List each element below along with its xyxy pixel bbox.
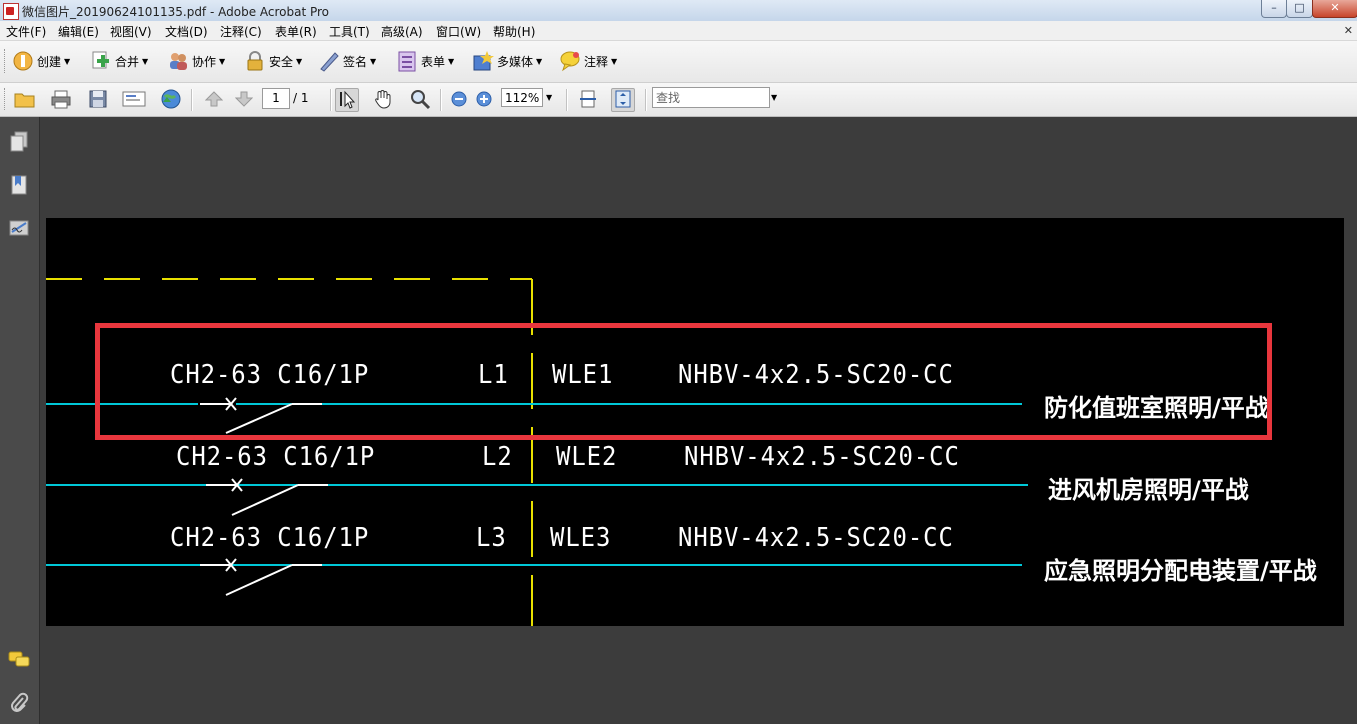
select-tool-button[interactable] — [335, 88, 359, 112]
menu-tools[interactable]: 工具(T) — [329, 23, 370, 40]
menu-forms[interactable]: 表单(R) — [275, 23, 317, 40]
load-description-3: 应急照明分配电装置/平战 — [1044, 557, 1317, 585]
toolbar-grip[interactable] — [4, 88, 8, 110]
page-total: / 1 — [293, 91, 309, 105]
email-button[interactable] — [122, 88, 146, 112]
hand-tool-button[interactable] — [371, 88, 395, 112]
page-number-input[interactable]: 1 — [262, 88, 290, 109]
window-title: 微信图片_20190624101135.pdf - Adobe Acrobat … — [22, 5, 330, 19]
attachments-panel-button[interactable] — [7, 692, 31, 716]
close-button[interactable]: ✕ — [1312, 0, 1357, 18]
breaker-model-3: CH2-63 C16/1P — [170, 523, 370, 553]
zoom-in-icon — [475, 90, 493, 111]
menu-bar: 文件(F) 编辑(E) 视图(V) 文档(D) 注释(C) 表单(R) 工具(T… — [0, 21, 1357, 41]
phase-label-3: L3 — [476, 523, 507, 553]
cable-spec-3: NHBV-4x2.5-SC20-CC — [678, 523, 954, 553]
pages-icon — [9, 131, 29, 156]
toolbar-grip[interactable] — [4, 49, 8, 73]
breaker-model-2: CH2-63 C16/1P — [176, 442, 376, 472]
hand-icon — [373, 89, 393, 112]
arrow-down-icon — [234, 90, 254, 111]
acrobat-pdf-icon — [3, 3, 19, 20]
arrow-up-icon — [204, 90, 224, 111]
print-button[interactable] — [49, 88, 73, 112]
security-button[interactable]: 安全 ▼ — [244, 49, 302, 73]
previous-page-button[interactable] — [202, 88, 226, 112]
fit-page-button[interactable] — [611, 88, 635, 112]
comments-panel-button[interactable] — [7, 649, 31, 673]
email-icon — [122, 89, 146, 112]
document-close-icon[interactable]: ✕ — [1344, 24, 1353, 37]
printer-icon — [50, 89, 72, 112]
cable-spec-2: NHBV-4x2.5-SC20-CC — [684, 442, 960, 472]
zoom-out-button[interactable] — [447, 88, 471, 112]
highlight-rectangle — [95, 323, 1272, 440]
zoom-in-button[interactable] — [472, 88, 496, 112]
circuit-label-3: WLE3 — [550, 523, 612, 553]
globe-upload-icon — [159, 88, 181, 113]
zoom-dropdown-icon[interactable]: ▼ — [546, 93, 552, 102]
bookmarks-panel-button[interactable] — [7, 174, 31, 198]
next-page-button[interactable] — [232, 88, 256, 112]
signature-icon — [8, 217, 30, 242]
menu-window[interactable]: 窗口(W) — [436, 23, 481, 40]
maximize-button[interactable]: □ — [1286, 0, 1313, 18]
menu-edit[interactable]: 编辑(E) — [58, 23, 99, 40]
load-description-2: 进风机房照明/平战 — [1048, 476, 1249, 504]
sign-button[interactable]: 签名 ▼ — [318, 49, 376, 73]
zoom-out-icon — [450, 90, 468, 111]
magnifier-icon — [409, 88, 431, 113]
vertical-scrollbar[interactable] — [1344, 117, 1357, 724]
menu-view[interactable]: 视图(V) — [110, 23, 152, 40]
combine-button[interactable]: 合并 ▼ — [90, 49, 148, 73]
title-bar: 微信图片_20190624101135.pdf - Adobe Acrobat … — [0, 0, 1357, 22]
fit-width-button[interactable] — [576, 88, 600, 112]
collaborate-icon — [167, 50, 189, 72]
comment-icon — [559, 50, 581, 72]
form-icon — [396, 50, 418, 72]
circuit-label-2: WLE2 — [556, 442, 618, 472]
combine-files-icon — [90, 50, 112, 72]
multimedia-button[interactable]: 多媒体 ▼ — [472, 49, 542, 73]
menu-comments[interactable]: 注释(C) — [220, 23, 262, 40]
folder-open-icon — [14, 89, 36, 112]
zoom-level-input[interactable]: 112% — [501, 88, 543, 107]
menu-file[interactable]: 文件(F) — [6, 23, 46, 40]
create-pdf-icon — [12, 50, 34, 72]
menu-document[interactable]: 文档(D) — [165, 23, 208, 40]
pages-panel-button[interactable] — [7, 131, 31, 155]
navigation-pane — [0, 117, 40, 724]
open-button[interactable] — [13, 88, 37, 112]
menu-help[interactable]: 帮助(H) — [493, 23, 535, 40]
upload-web-button[interactable] — [158, 88, 182, 112]
floppy-save-icon — [88, 89, 108, 112]
collaborate-button[interactable]: 协作 ▼ — [167, 49, 225, 73]
lock-icon — [244, 50, 266, 72]
multimedia-icon — [472, 50, 494, 72]
forms-button[interactable]: 表单 ▼ — [396, 49, 454, 73]
pen-sign-icon — [318, 50, 340, 72]
fit-page-icon — [613, 89, 633, 112]
save-button[interactable] — [86, 88, 110, 112]
fit-width-icon — [578, 89, 598, 112]
find-input[interactable]: 查找 — [652, 87, 770, 108]
bookmark-icon — [9, 174, 29, 199]
text-select-cursor-icon — [337, 89, 357, 112]
comment-button[interactable]: 注释 ▼ — [559, 49, 617, 73]
create-button[interactable]: 创建 ▼ — [12, 49, 70, 73]
minimize-button[interactable]: – — [1261, 0, 1287, 18]
tasks-toolbar: 创建 ▼ 合并 ▼ 协作 ▼ 安全 ▼ 签名 ▼ 表单 ▼ 多媒体 ▼ 注释 ▼ — [0, 41, 1357, 83]
menu-advanced[interactable]: 高级(A) — [381, 23, 423, 40]
find-dropdown-icon[interactable]: ▼ — [771, 93, 777, 102]
zoom-tool-button[interactable] — [408, 88, 432, 112]
paperclip-icon — [9, 692, 29, 717]
signatures-panel-button[interactable] — [7, 217, 31, 241]
phase-label-2: L2 — [482, 442, 513, 472]
comments-icon — [8, 650, 30, 673]
